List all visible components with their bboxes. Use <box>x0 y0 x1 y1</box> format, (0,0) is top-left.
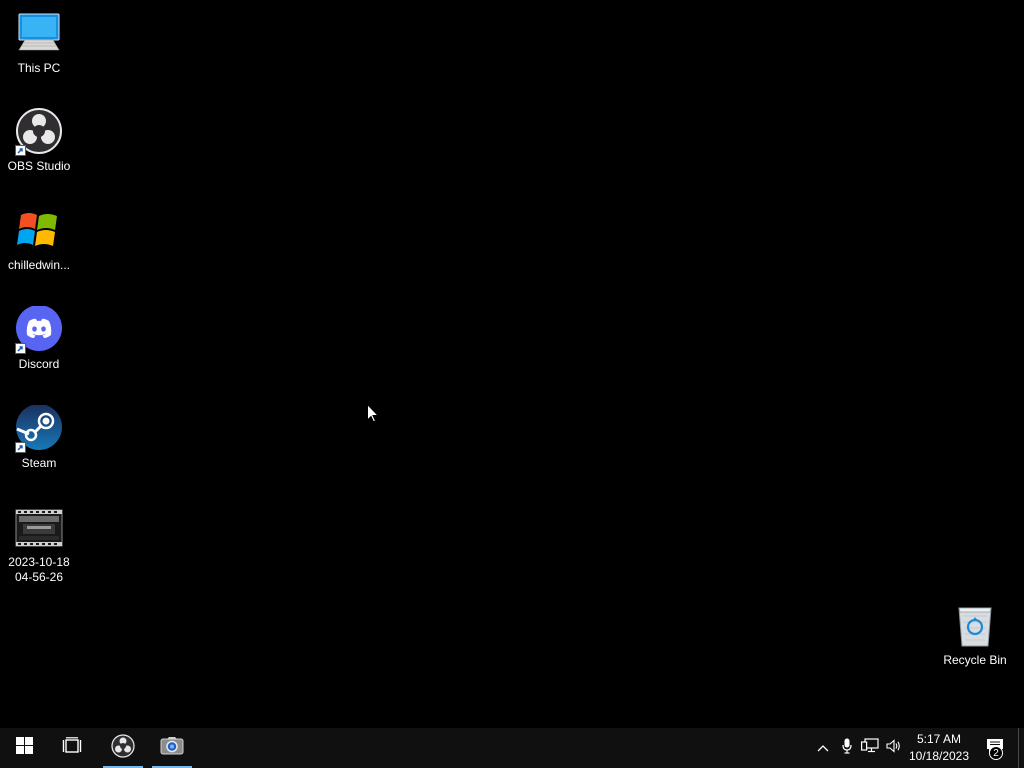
mouse-cursor-icon <box>367 403 380 428</box>
clock-time: 5:17 AM <box>916 732 962 746</box>
discord-icon <box>15 305 63 354</box>
windows-flag-icon <box>15 207 63 255</box>
taskbar: 5:17 AM 10/18/2023 2 <box>0 728 1024 768</box>
desktop-icon-label: Steam <box>21 456 57 470</box>
desktop-icon-label: Recycle Bin <box>943 653 1007 667</box>
network-tray-button[interactable] <box>859 728 881 768</box>
desktop-icon-steam[interactable]: Steam <box>1 404 77 471</box>
chevron-up-icon <box>817 739 829 757</box>
windows-start-icon <box>15 737 33 759</box>
desktop[interactable]: This PC OBS Studio chilledwin... Discord… <box>0 0 1024 728</box>
desktop-icon-label: Discord <box>18 357 60 371</box>
desktop-icon-obs-studio[interactable]: OBS Studio <box>1 108 77 174</box>
this-pc-icon <box>15 10 63 58</box>
shortcut-arrow-icon <box>15 343 26 354</box>
task-view-icon <box>62 736 82 760</box>
desktop-icon-label: OBS Studio <box>7 159 71 173</box>
steam-icon <box>15 404 63 453</box>
desktop-icon-label: chilledwin... <box>7 258 71 272</box>
shortcut-arrow-icon <box>15 145 26 156</box>
network-icon <box>861 737 879 759</box>
desktop-icon-label: 2023-10-18 04-56-26 <box>8 555 70 584</box>
notification-count-badge: 2 <box>989 746 1003 760</box>
show-desktop-button[interactable] <box>1018 728 1024 768</box>
start-button[interactable] <box>0 728 48 768</box>
taskbar-clock[interactable]: 5:17 AM 10/18/2023 <box>900 731 978 765</box>
desktop-icon-video-file[interactable]: 2023-10-18 04-56-26 <box>1 504 77 585</box>
microphone-tray-button[interactable] <box>836 728 858 768</box>
desktop-icon-recycle-bin[interactable]: Recycle Bin <box>937 602 1013 668</box>
obs-studio-icon <box>15 108 63 156</box>
shortcut-arrow-icon <box>15 442 26 453</box>
obs-studio-icon <box>111 733 135 763</box>
desktop-icon-label: This PC <box>17 61 61 75</box>
task-view-button[interactable] <box>48 728 96 768</box>
microphone-icon <box>842 738 852 759</box>
taskbar-app-camera[interactable] <box>152 728 192 768</box>
video-file-icon <box>15 504 63 552</box>
taskbar-app-obs-studio[interactable] <box>103 728 143 768</box>
desktop-icon-chilledwindows[interactable]: chilledwin... <box>1 207 77 273</box>
desktop-icon-this-pc[interactable]: This PC <box>1 10 77 76</box>
desktop-icon-discord[interactable]: Discord <box>1 305 77 372</box>
show-hidden-icons-button[interactable] <box>812 728 834 768</box>
camera-icon <box>160 736 184 761</box>
clock-date: 10/18/2023 <box>908 749 970 763</box>
recycle-bin-icon <box>951 602 999 650</box>
